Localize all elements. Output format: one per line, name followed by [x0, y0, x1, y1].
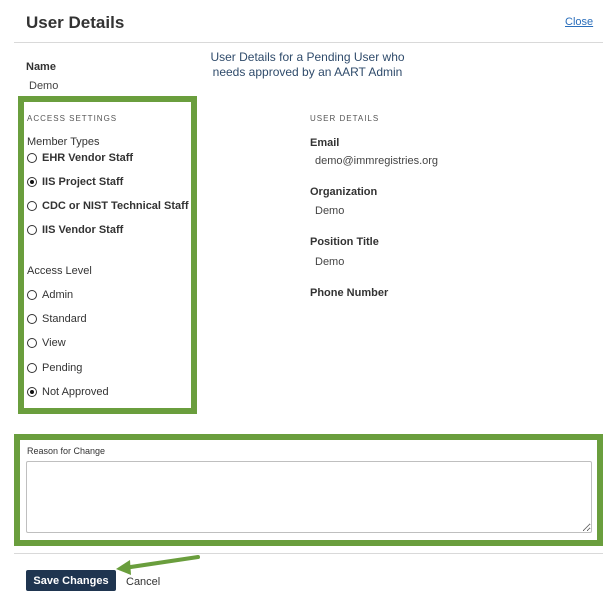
radio-label: Not Approved: [42, 386, 109, 398]
radio-circle[interactable]: [27, 314, 37, 324]
radio-circle[interactable]: [27, 338, 37, 348]
radio-circle-selected[interactable]: [27, 177, 37, 187]
name-label: Name: [26, 61, 56, 73]
annotation-note: User Details for a Pending User who need…: [210, 50, 405, 79]
user-details-heading: USER DETAILS: [310, 114, 380, 123]
radio-label: Standard: [42, 313, 87, 325]
radio-cdc-nist-technical-staff[interactable]: CDC or NIST Technical Staff: [27, 200, 188, 212]
radio-label: IIS Vendor Staff: [42, 224, 124, 236]
page-title: User Details: [26, 13, 125, 32]
radio-circle-selected[interactable]: [27, 387, 37, 397]
radio-circle[interactable]: [27, 153, 37, 163]
annotation-arrow-icon: [116, 555, 200, 575]
position-title-value: Demo: [315, 256, 345, 268]
radio-circle[interactable]: [27, 201, 37, 211]
radio-label: EHR Vendor Staff: [42, 152, 134, 164]
radio-label: View: [42, 337, 66, 349]
radio-label: IIS Project Staff: [42, 176, 124, 188]
radio-label: Admin: [42, 289, 74, 301]
radio-admin[interactable]: Admin: [27, 289, 73, 301]
radio-label: CDC or NIST Technical Staff: [42, 200, 189, 212]
radio-circle[interactable]: [27, 225, 37, 235]
email-label: Email: [310, 137, 340, 149]
radio-iis-vendor-staff[interactable]: IIS Vendor Staff: [27, 224, 123, 236]
radio-circle[interactable]: [27, 290, 37, 300]
radio-standard[interactable]: Standard: [27, 313, 87, 325]
access-settings-heading: ACCESS SETTINGS: [27, 114, 118, 123]
reason-textarea[interactable]: [26, 461, 592, 533]
member-types-label: Member Types: [27, 136, 100, 148]
radio-iis-project-staff[interactable]: IIS Project Staff: [27, 176, 123, 188]
email-value: demo@immregistries.org: [315, 155, 439, 167]
organization-value: Demo: [315, 205, 345, 217]
radio-ehr-vendor-staff[interactable]: EHR Vendor Staff: [27, 152, 133, 164]
phone-number-label: Phone Number: [310, 287, 389, 299]
reason-label: Reason for Change: [27, 446, 106, 456]
position-title-label: Position Title: [310, 236, 379, 248]
close-link[interactable]: Close: [565, 16, 593, 28]
radio-pending[interactable]: Pending: [27, 362, 82, 374]
radio-view[interactable]: View: [27, 337, 66, 349]
radio-not-approved[interactable]: Not Approved: [27, 386, 109, 398]
name-value: Demo: [29, 80, 59, 92]
radio-label: Pending: [42, 362, 83, 374]
organization-label: Organization: [310, 186, 378, 198]
radio-circle[interactable]: [27, 363, 37, 373]
header-divider: [14, 42, 603, 43]
access-level-label: Access Level: [27, 265, 92, 277]
